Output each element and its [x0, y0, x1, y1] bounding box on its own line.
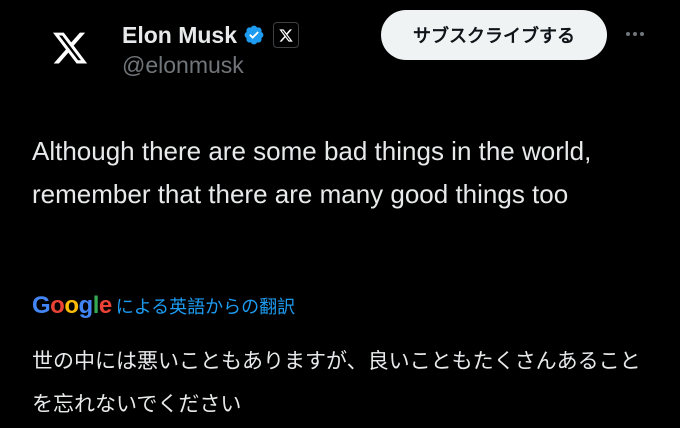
author-handle[interactable]: @elonmusk	[122, 52, 244, 79]
subscribe-button[interactable]: サブスクライブする	[381, 10, 607, 60]
x-logo-icon	[279, 28, 293, 42]
tweet-text: Although there are some bad things in th…	[32, 136, 592, 209]
affiliation-badge[interactable]	[273, 22, 300, 48]
verified-badge-icon	[244, 25, 264, 45]
more-options-button[interactable]	[620, 24, 650, 44]
author-row: Elon Musk	[122, 20, 300, 50]
author-name[interactable]: Elon Musk	[122, 22, 237, 49]
google-logo: Google	[32, 292, 112, 319]
translation-label[interactable]: による英語からの翻訳	[116, 293, 295, 319]
avatar[interactable]	[40, 18, 100, 78]
translation-attribution[interactable]: Google による英語からの翻訳	[32, 290, 295, 322]
translated-text: 世の中には悪いこともありますが、良いこともたくさんあることを忘れないでください	[32, 349, 641, 416]
more-horizontal-icon	[626, 32, 630, 36]
more-horizontal-icon	[640, 32, 644, 36]
x-logo-icon	[52, 32, 88, 64]
more-horizontal-icon	[633, 32, 637, 36]
